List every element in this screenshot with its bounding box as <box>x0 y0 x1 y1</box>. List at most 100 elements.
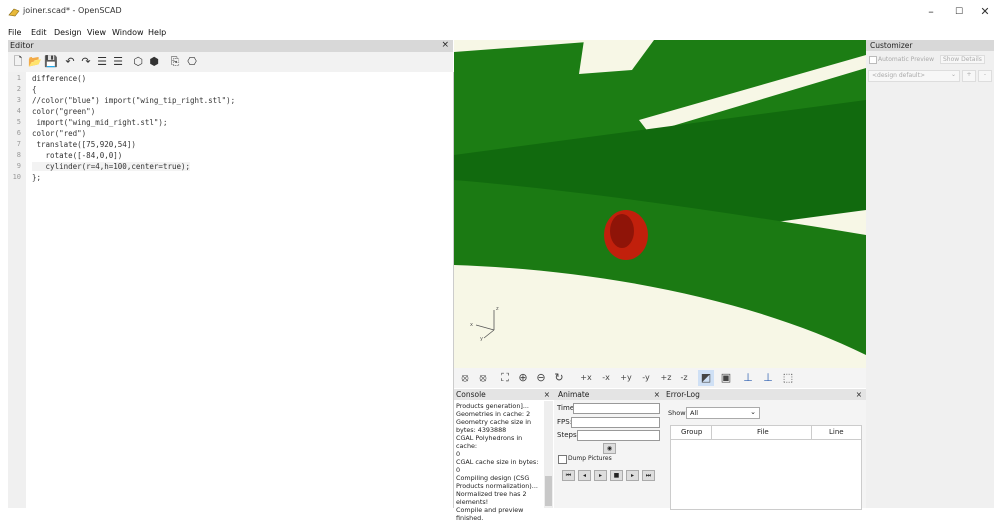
view-all-icon[interactable]: ⛶ <box>498 370 512 386</box>
show-scale-icon[interactable]: ⊥ <box>760 370 776 386</box>
menu-design[interactable]: Design <box>54 28 82 37</box>
show-edges-icon[interactable]: ⬚ <box>780 370 796 386</box>
prev-frame-button[interactable]: ◂ <box>578 470 591 481</box>
console-line: CGAL Polyhedrons in cache: <box>456 434 523 450</box>
minimize-button[interactable]: – <box>916 4 946 20</box>
customizer-title: Customizer <box>870 41 913 50</box>
zoom-out-icon[interactable]: ⊖ <box>534 370 548 386</box>
first-frame-button[interactable]: ⏮ <box>562 470 575 481</box>
render-icon[interactable]: ⬢ <box>148 54 160 69</box>
view-back-icon[interactable]: -y <box>638 370 654 386</box>
preview-icon[interactable]: ⦻ <box>458 370 472 386</box>
line-number: 8 <box>16 151 21 159</box>
orthogonal-icon[interactable]: ▣ <box>718 370 734 386</box>
export-stl-icon[interactable]: ⎘ <box>168 54 182 69</box>
column-divider <box>711 426 712 439</box>
line-number: 4 <box>16 107 21 115</box>
editor-close-button[interactable]: × <box>441 40 449 50</box>
console-line: Products normalization)... <box>456 482 538 490</box>
menu-help[interactable]: Help <box>148 28 166 37</box>
redo-icon[interactable]: ↷ <box>80 54 92 69</box>
line-number-gutter <box>8 72 26 508</box>
new-file-icon[interactable]: 🗋 <box>12 54 24 69</box>
animate-close-button[interactable]: × <box>654 389 660 400</box>
column-group[interactable]: Group <box>681 428 702 436</box>
send-to-print-icon[interactable]: ⎔ <box>186 54 198 69</box>
show-label: Show <box>668 409 686 417</box>
perspective-icon[interactable]: ◩ <box>698 370 714 386</box>
menu-file[interactable]: File <box>8 28 21 37</box>
view-bottom-icon[interactable]: -z <box>676 370 692 386</box>
column-divider <box>811 426 812 439</box>
console-line: CGAL cache size in bytes: 0 <box>456 458 539 474</box>
code-line[interactable]: difference() <box>32 74 86 83</box>
editor-toolbar: 🗋 📂 💾 ↶ ↷ ☰ ☰ ⬡ ⬢ ⎘ ⎔ <box>8 52 453 72</box>
automatic-preview-checkbox[interactable] <box>869 56 877 64</box>
dump-pictures-checkbox[interactable] <box>558 455 567 464</box>
unindent-icon[interactable]: ☰ <box>96 54 108 69</box>
code-line[interactable]: //color("blue") import("wing_tip_right.s… <box>32 96 235 105</box>
line-number: 9 <box>16 162 21 170</box>
menu-view[interactable]: View <box>87 28 106 37</box>
reset-view-icon[interactable]: ↻ <box>552 370 566 386</box>
time-input[interactable] <box>573 403 660 414</box>
line-number: 6 <box>16 129 21 137</box>
view-top-icon[interactable]: +z <box>658 370 674 386</box>
show-filter-select[interactable]: All ⌄ <box>686 407 760 419</box>
console-scrollbar[interactable] <box>544 401 553 508</box>
zoom-in-icon[interactable]: ⊕ <box>516 370 530 386</box>
console-close-button[interactable]: × <box>544 389 550 400</box>
steps-label: Steps: <box>557 431 579 439</box>
error-log-title: Error-Log <box>666 390 700 399</box>
3d-viewport[interactable]: z x y <box>454 40 866 368</box>
menu-window[interactable]: Window <box>112 28 144 37</box>
column-line[interactable]: Line <box>829 428 844 436</box>
next-frame-button[interactable]: ▸ <box>626 470 639 481</box>
render-icon[interactable]: ⦻ <box>476 370 490 386</box>
save-icon[interactable]: 💾 <box>44 54 58 69</box>
view-left-icon[interactable]: -x <box>598 370 614 386</box>
view-front-icon[interactable]: +y <box>618 370 634 386</box>
close-button[interactable]: ✕ <box>970 4 994 20</box>
code-line[interactable]: { <box>32 85 37 94</box>
axis-label-z: z <box>496 306 499 312</box>
view-right-icon[interactable]: +x <box>578 370 594 386</box>
error-log-panel: Error-Log × Show All ⌄ Group File Line <box>664 389 866 510</box>
animate-header: Animate × <box>554 389 664 400</box>
code-line[interactable]: }; <box>32 173 41 182</box>
error-log-header: Error-Log × <box>664 389 866 400</box>
open-file-icon[interactable]: 📂 <box>28 54 42 69</box>
undo-icon[interactable]: ↶ <box>64 54 76 69</box>
pause-button[interactable]: ■ <box>610 470 623 481</box>
code-line[interactable]: import("wing_mid_right.stl"); <box>32 118 168 127</box>
menu-edit[interactable]: Edit <box>31 28 47 37</box>
view-toolbar: ⦻ ⦻ ⛶ ⊕ ⊖ ↻ +x -x +y -y +z -z ◩ ▣ ⊥ ⊥ ⬚ <box>454 368 866 388</box>
indent-icon[interactable]: ☰ <box>112 54 124 69</box>
add-preset-button[interactable]: + <box>962 70 976 82</box>
viewport-render <box>454 40 866 368</box>
show-axes-icon[interactable]: ⊥ <box>740 370 756 386</box>
error-log-close-button[interactable]: × <box>856 389 862 400</box>
code-line[interactable]: rotate([-84,0,0]) <box>32 151 123 160</box>
line-number: 7 <box>16 140 21 148</box>
remove-preset-button[interactable]: - <box>978 70 992 82</box>
console-line: bytes: 4393888 <box>456 426 507 434</box>
preset-select[interactable]: <design default> ⌄ <box>868 70 960 82</box>
play-frame-button[interactable]: ▸ <box>594 470 607 481</box>
dump-pictures-label: Dump Pictures <box>568 455 612 462</box>
scrollbar-thumb[interactable] <box>545 476 552 506</box>
play-button[interactable]: ◉ <box>603 443 616 454</box>
fps-input[interactable] <box>571 417 660 428</box>
automatic-preview-label: Automatic Preview <box>878 56 935 63</box>
code-line[interactable]: color("green") <box>32 107 95 116</box>
show-details-button[interactable]: Show Details <box>940 55 985 64</box>
code-line[interactable]: translate([75,920,54]) <box>32 140 136 149</box>
console-line: Compiling design (CSG <box>456 474 530 482</box>
code-line-current[interactable]: cylinder(r=4,h=100,center=true); <box>32 162 191 171</box>
code-line[interactable]: color("red") <box>32 129 86 138</box>
column-file[interactable]: File <box>757 428 769 436</box>
editor-header: Editor × <box>8 40 453 52</box>
last-frame-button[interactable]: ⏭ <box>642 470 655 481</box>
steps-input[interactable] <box>577 430 660 441</box>
preview-icon[interactable]: ⬡ <box>132 54 144 69</box>
